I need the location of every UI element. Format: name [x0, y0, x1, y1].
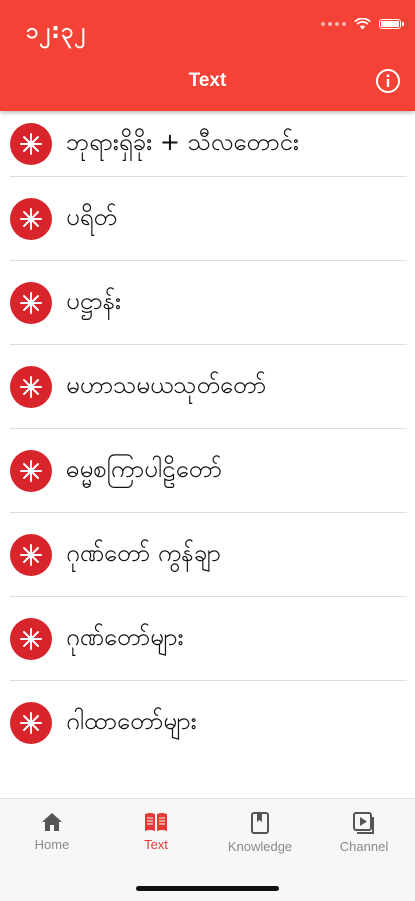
wheel-icon	[10, 534, 52, 576]
list-item[interactable]: ဂါထာတော်များ	[0, 681, 415, 745]
list-item[interactable]: ပဋ္ဌာန်း	[0, 261, 415, 345]
tab-text[interactable]: Text	[104, 811, 208, 852]
list-item-label: ဂါထာတော်များ	[66, 707, 197, 735]
list-item-label: ဂုဏ်တော် ကွန်ချာ	[66, 539, 221, 567]
book-icon	[145, 813, 167, 831]
cellular-signal-icon	[321, 22, 346, 26]
list-item[interactable]: ပရိတ်	[0, 177, 415, 261]
battery-icon	[379, 19, 404, 29]
list-item[interactable]: ဓမ္မစကြာပါဠိတော်	[0, 429, 415, 513]
tab-home-label: Home	[34, 837, 70, 852]
wheel-icon	[10, 450, 52, 492]
status-time: ၁၂:၃၂	[26, 19, 87, 44]
wifi-icon	[354, 18, 371, 30]
list-item[interactable]: မဟာသမယသုတ်တော်	[0, 345, 415, 429]
wheel-icon	[10, 198, 52, 240]
list-item[interactable]: ဂုဏ်တော် ကွန်ချာ	[0, 513, 415, 597]
info-icon[interactable]	[375, 68, 401, 94]
list-item-label: ပရိတ်	[66, 203, 117, 231]
wheel-icon	[10, 702, 52, 744]
tab-channel[interactable]: Channel	[312, 811, 415, 854]
list-item-label: ဓမ္မစကြာပါဠိတော်	[66, 455, 222, 483]
status-indicators	[321, 18, 404, 30]
page-title: Text	[188, 70, 227, 91]
tab-knowledge-label: Knowledge	[227, 839, 293, 854]
tab-text-label: Text	[144, 837, 168, 852]
wheel-icon	[10, 366, 52, 408]
tab-channel-label: Channel	[339, 839, 389, 854]
wheel-icon	[10, 123, 52, 165]
wheel-icon	[10, 618, 52, 660]
list-item[interactable]: ဂုဏ်တော်များ	[0, 597, 415, 681]
video-play-icon	[353, 812, 374, 834]
tab-home[interactable]: Home	[0, 811, 104, 852]
bookmark-book-icon	[251, 812, 269, 834]
tab-knowledge[interactable]: Knowledge	[208, 811, 312, 854]
home-indicator	[136, 886, 279, 891]
app-bar: ၁၂:၃၂ Text	[0, 0, 415, 111]
list-item-label: မဟာသမယသုတ်တော်	[66, 371, 267, 399]
list-item[interactable]: ဘုရားရှိခိုး + သီလတောင်း	[0, 111, 415, 177]
text-list: ဘုရားရှိခိုး + သီလတောင်း ပရိတ် ပဋ္ဌာန်း …	[0, 111, 415, 745]
list-item-label: ဘုရားရှိခိုး + သီလတောင်း	[66, 128, 299, 156]
list-item-label: ပဋ္ဌာန်း	[66, 287, 122, 315]
list-item-label: ဂုဏ်တော်များ	[66, 623, 184, 651]
home-icon	[42, 813, 62, 831]
wheel-icon	[10, 282, 52, 324]
